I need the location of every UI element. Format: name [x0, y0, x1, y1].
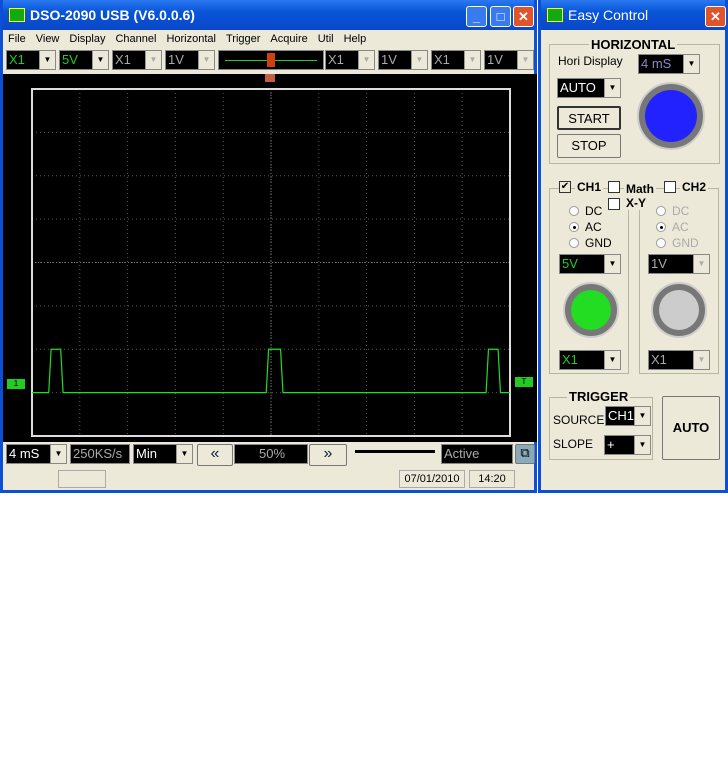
- ch4-probe-select[interactable]: X1 ▼: [431, 50, 481, 70]
- ch1-volts-select[interactable]: 5V ▼: [59, 50, 109, 70]
- ch2-gnd-radio[interactable]: GND: [656, 236, 699, 250]
- trigger-time-marker[interactable]: [265, 74, 275, 82]
- menu-channel[interactable]: Channel: [110, 30, 161, 48]
- ch1-label: CH1: [575, 180, 604, 194]
- math-label: Math: [624, 182, 656, 196]
- hori-display-select[interactable]: 4 mS ▼: [638, 54, 700, 74]
- scroll-left-button[interactable]: «: [197, 444, 233, 466]
- ch1-gnd-radio[interactable]: GND: [569, 236, 612, 250]
- ch3-probe-select[interactable]: X1 ▼: [325, 50, 375, 70]
- timebase-select[interactable]: 4 mS ▼: [6, 444, 67, 464]
- hori-display-label: Hori Display: [558, 54, 623, 68]
- run-mode-select[interactable]: AUTO ▼: [557, 78, 621, 98]
- ch1-probe-select[interactable]: X1 ▼: [559, 350, 621, 370]
- position-slider[interactable]: [355, 450, 435, 453]
- trigger-label: TRIGGER: [567, 389, 631, 404]
- horizontal-label: HORIZONTAL: [589, 37, 678, 52]
- ch2-volts-select[interactable]: 1V ▼: [648, 254, 710, 274]
- toolbar: X1 ▼ 5V ▼ X1 ▼ 1V ▼ X1 ▼ 1V ▼ X1 ▼ 1V ▼: [3, 50, 534, 72]
- close-button[interactable]: ✕: [513, 6, 534, 27]
- menu-bar: File View Display Channel Horizontal Trigger A…: [3, 30, 534, 48]
- window-title: Easy Control: [568, 7, 649, 23]
- ch1-level-marker[interactable]: 1: [7, 379, 25, 389]
- window-title: DSO-2090 USB (V6.0.0.6): [30, 7, 195, 23]
- trigger-position-slider[interactable]: [218, 50, 324, 70]
- close-button[interactable]: ✕: [705, 6, 726, 27]
- ch4-volts-select[interactable]: 1V ▼: [484, 50, 534, 70]
- menu-acquire[interactable]: Acquire: [265, 30, 312, 48]
- status-date: 07/01/2010: [399, 470, 465, 488]
- scroll-right-button[interactable]: »: [309, 444, 347, 466]
- position-readout: 50%: [234, 444, 308, 464]
- start-button[interactable]: START: [557, 106, 621, 130]
- bottom-controls: 4 mS ▼ 250KS/s Min ▼ « 50% » Active ⧉: [3, 444, 535, 468]
- ch2-checkbox[interactable]: [664, 181, 676, 193]
- ch1-dc-radio[interactable]: DC: [569, 204, 602, 218]
- trigger-position-handle[interactable]: [267, 53, 275, 67]
- status-readout: Active: [441, 444, 513, 464]
- xy-label: X-Y: [624, 196, 649, 210]
- ch2-volts-select[interactable]: 1V ▼: [165, 50, 215, 70]
- minimize-button[interactable]: _: [466, 6, 487, 27]
- ch1-ac-radio[interactable]: AC: [569, 220, 602, 234]
- app-icon: [547, 8, 563, 22]
- trigger-slope-select[interactable]: + ▼: [604, 435, 651, 455]
- ch1-volts-select[interactable]: 5V ▼: [559, 254, 621, 274]
- xy-checkbox[interactable]: [608, 198, 620, 210]
- ch2-volts-knob[interactable]: [651, 282, 707, 338]
- ch1-volts-knob[interactable]: [563, 282, 619, 338]
- ch1-probe-select[interactable]: X1 ▼: [6, 50, 56, 70]
- title-bar: Easy Control ✕: [541, 0, 726, 30]
- auto-button[interactable]: AUTO: [662, 396, 720, 460]
- ch2-ac-radio[interactable]: AC: [656, 220, 689, 234]
- app-icon: [9, 8, 25, 22]
- menu-util[interactable]: Util: [313, 30, 339, 48]
- source-label: SOURCE: [553, 413, 605, 427]
- stop-button[interactable]: STOP: [557, 134, 621, 158]
- ch2-dc-radio[interactable]: DC: [656, 204, 689, 218]
- scope-display[interactable]: 1 T: [3, 74, 537, 442]
- menu-help[interactable]: Help: [339, 30, 372, 48]
- sync-icon[interactable]: ⧉: [515, 444, 535, 464]
- ch2-probe-select[interactable]: X1 ▼: [112, 50, 162, 70]
- sample-rate: 250KS/s: [70, 444, 130, 464]
- status-pane: [58, 470, 106, 488]
- menu-file[interactable]: File: [3, 30, 31, 48]
- menu-display[interactable]: Display: [64, 30, 110, 48]
- title-bar: DSO-2090 USB (V6.0.0.6) _ □ ✕: [3, 0, 534, 30]
- slope-label: SLOPE: [553, 437, 594, 451]
- ch1-checkbox[interactable]: ✔: [559, 181, 571, 193]
- main-window: DSO-2090 USB (V6.0.0.6) _ □ ✕ File View Di…: [0, 0, 537, 493]
- ch3-volts-select[interactable]: 1V ▼: [378, 50, 428, 70]
- menu-trigger[interactable]: Trigger: [221, 30, 265, 48]
- menu-view[interactable]: View: [31, 30, 65, 48]
- math-checkbox[interactable]: [608, 181, 620, 193]
- menu-horizontal[interactable]: Horizontal: [161, 30, 221, 48]
- ch2-label: CH2: [680, 180, 709, 194]
- waveform-plot: [31, 88, 511, 437]
- timebase-knob[interactable]: [637, 82, 705, 150]
- easy-control-window: Easy Control ✕ HORIZONTAL Hori Display 4…: [538, 0, 728, 493]
- status-bar: 07/01/2010 14:20: [3, 470, 534, 490]
- trigger-level-marker[interactable]: T: [515, 377, 533, 387]
- acquire-mode-select[interactable]: Min ▼: [133, 444, 193, 464]
- trigger-source-select[interactable]: CH1 ▼: [605, 406, 651, 426]
- status-time: 14:20: [469, 470, 515, 488]
- ch2-probe-select[interactable]: X1 ▼: [648, 350, 710, 370]
- maximize-button[interactable]: □: [490, 6, 511, 27]
